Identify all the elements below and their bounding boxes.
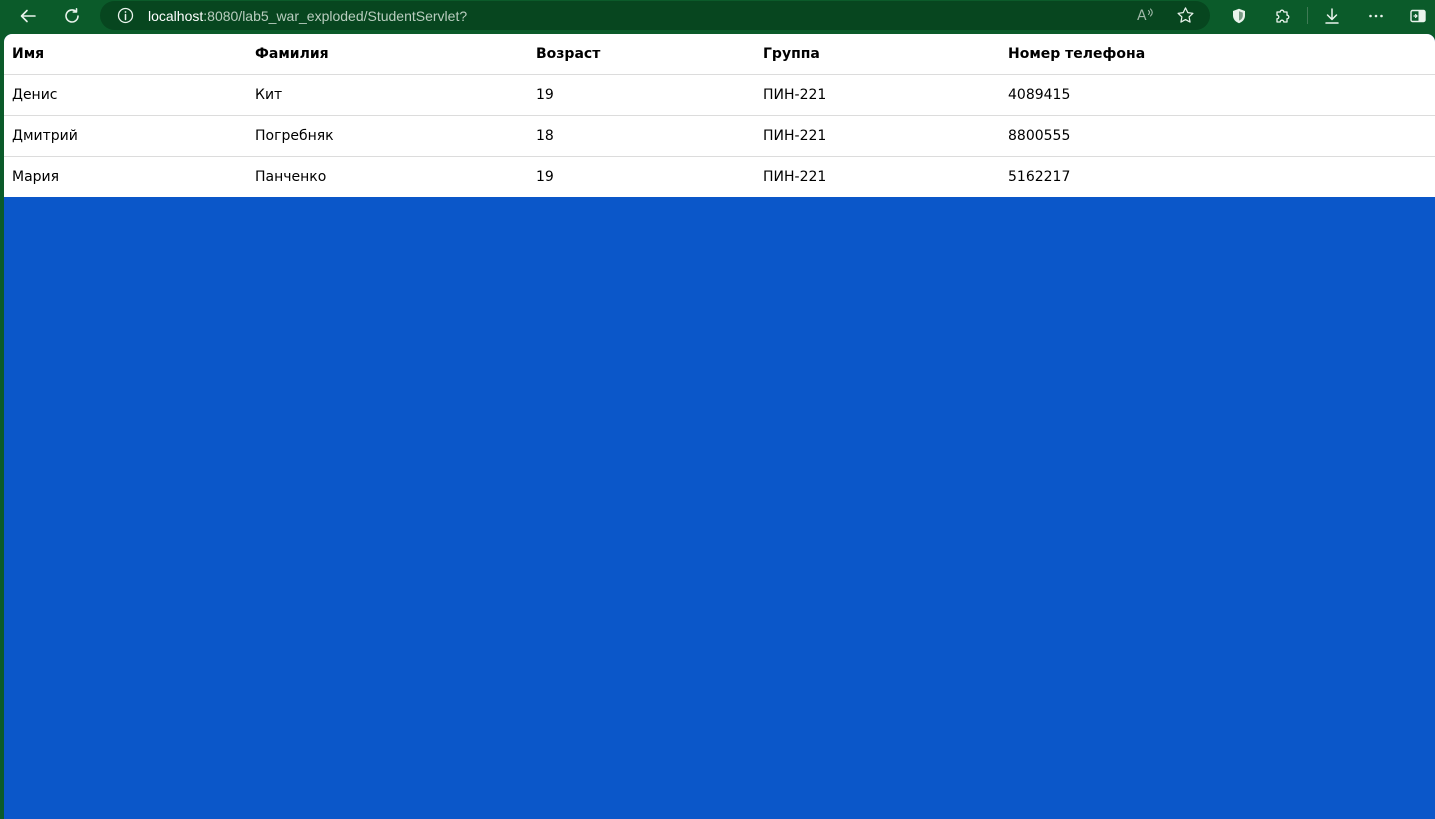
cell-phone: 4089415: [1000, 74, 1435, 116]
cell-last-name: Кит: [247, 74, 528, 116]
table-row: Дмитрий Погребняк 18 ПИН-221 8800555: [4, 115, 1435, 157]
arrow-left-icon: [19, 7, 37, 25]
sidebar-button[interactable]: [1404, 2, 1432, 30]
table-header-row: Имя Фамилия Возраст Группа Номер телефон…: [4, 34, 1435, 75]
shield-icon: [1230, 7, 1248, 25]
refresh-button[interactable]: [58, 2, 86, 30]
address-bar[interactable]: localhost:8080/lab5_war_exploded/Student…: [100, 1, 1210, 30]
url-path: :8080/lab5_war_exploded/StudentServlet?: [203, 8, 468, 24]
page-viewport: Имя Фамилия Возраст Группа Номер телефон…: [4, 34, 1435, 819]
toolbar-divider: [1307, 7, 1308, 24]
cell-first-name: Дмитрий: [4, 115, 247, 157]
star-icon[interactable]: [1176, 6, 1195, 30]
shield-button[interactable]: [1225, 2, 1253, 30]
browser-toolbar: localhost:8080/lab5_war_exploded/Student…: [0, 0, 1435, 32]
cell-phone: 8800555: [1000, 115, 1435, 157]
cell-first-name: Денис: [4, 74, 247, 116]
info-circle-icon[interactable]: [117, 7, 134, 29]
cell-group: ПИН-221: [755, 74, 1000, 116]
table-row: Денис Кит 19 ПИН-221 4089415: [4, 74, 1435, 116]
refresh-icon: [63, 7, 81, 25]
downloads-button[interactable]: [1318, 2, 1346, 30]
read-aloud-icon[interactable]: A: [1136, 6, 1156, 28]
download-icon: [1323, 7, 1341, 25]
extensions-button[interactable]: [1269, 2, 1297, 30]
header-last-name: Фамилия: [247, 34, 528, 75]
cell-group: ПИН-221: [755, 115, 1000, 157]
settings-menu-button[interactable]: [1362, 2, 1390, 30]
sidebar-icon: [1409, 7, 1427, 25]
cell-age: 18: [528, 115, 755, 157]
cell-first-name: Мария: [12, 169, 60, 185]
url-host: localhost: [148, 8, 204, 24]
svg-text:A: A: [1137, 8, 1147, 24]
more-dots-icon: [1367, 7, 1385, 25]
header-first-name: Имя: [4, 34, 247, 75]
students-table: Имя Фамилия Возраст Группа Номер телефон…: [4, 34, 1435, 197]
table-row: Мария Панченко 19 ПИН-221 5162217: [4, 157, 1435, 198]
url-text[interactable]: localhost:8080/lab5_war_exploded/Student…: [148, 8, 467, 24]
header-age: Возраст: [528, 34, 755, 75]
header-group: Группа: [755, 34, 1000, 75]
cell-age: 19: [528, 74, 755, 116]
cell-phone: 5162217: [1008, 169, 1071, 185]
cell-age: 19: [536, 169, 554, 185]
cell-group: ПИН-221: [763, 169, 827, 185]
back-button[interactable]: [14, 2, 42, 30]
header-phone: Номер телефона: [1000, 34, 1435, 75]
browser-window: localhost:8080/lab5_war_exploded/Student…: [0, 0, 1435, 819]
table-header: Имя Фамилия Возраст Группа Номер телефон…: [4, 34, 1435, 75]
cell-last-name: Погребняк: [247, 115, 528, 157]
cell-last-name: Панченко: [255, 169, 327, 185]
puzzle-icon: [1274, 7, 1292, 25]
